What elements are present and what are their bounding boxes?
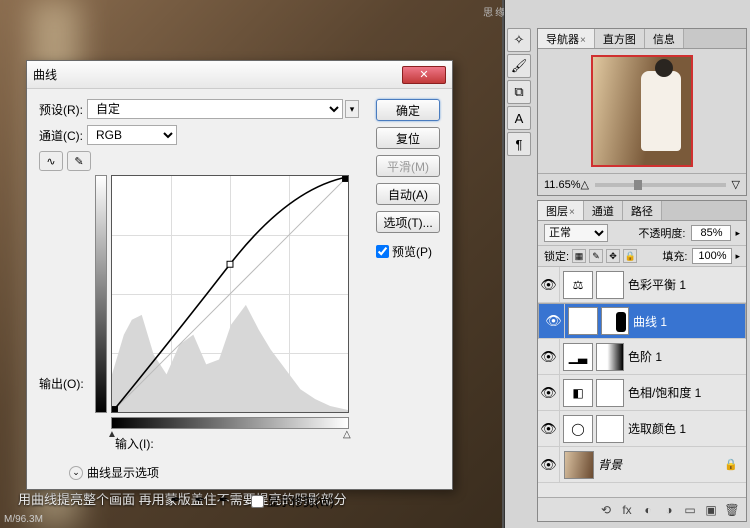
close-icon: ✕ [419,68,428,81]
curves-dialog: 曲线 ✕ 预设(R): 自定 ▾ 通道(C): RGB ∿ ✎ 确定 复位 平滑… [26,60,453,490]
opacity-input[interactable] [691,225,731,241]
preset-menu-icon[interactable]: ▾ [345,100,359,118]
new-adjustment-icon[interactable]: ◑ [661,502,677,518]
adjustment-thumb: ⚖ [563,271,593,299]
curve-line [112,176,348,412]
curve-point-tool[interactable]: ∿ [39,151,63,171]
lock-position-icon[interactable]: ✥ [606,249,620,263]
lock-label: 锁定: [544,248,569,264]
tab-navigator[interactable]: 导航器× [538,29,595,48]
auto-button[interactable]: 自动(A) [376,183,440,205]
lock-icon: 🔒 [724,458,738,471]
navigator-thumbnail[interactable] [591,55,693,167]
tab-layers[interactable]: 图层× [538,201,584,220]
white-eyedropper[interactable]: ✒ [215,491,233,509]
options-button[interactable]: 选项(T)... [376,211,440,233]
output-gradient [95,175,107,413]
adjustment-thumb: ◯ [563,415,593,443]
visibility-icon[interactable]: 👁 [543,304,565,338]
visibility-icon[interactable]: 👁 [538,267,560,302]
blend-mode-select[interactable]: 正常 [544,224,608,242]
curve-display-options[interactable]: ⌄ 曲线显示选项 [69,464,159,481]
input-gradient [111,417,349,429]
layers-footer: ⟲ fx ◐ ◑ ▭ ▣ 🗑 [538,497,746,521]
curve-graph[interactable] [111,175,349,413]
mask-thumb[interactable] [596,343,624,371]
fill-label: 填充: [662,248,687,264]
link-layers-icon[interactable]: ⟲ [598,502,614,518]
zoom-slider[interactable] [595,183,726,187]
ok-button[interactable]: 确定 [376,99,440,121]
white-point-slider[interactable]: △ [343,429,351,440]
lock-transparent-icon[interactable]: ▦ [572,249,586,263]
fill-input[interactable] [692,248,732,264]
tab-channels[interactable]: 通道 [584,201,623,220]
image-thumb [564,451,594,479]
dialog-titlebar[interactable]: 曲线 ✕ [27,61,452,89]
lock-image-icon[interactable]: ✎ [589,249,603,263]
layer-color-balance[interactable]: 👁 ⚖ 色彩平衡 1 [538,267,746,303]
output-label: 输出(O): [39,375,84,392]
chevron-down-icon: ⌄ [69,466,83,480]
input-label: 输入(I): [115,435,154,452]
add-mask-icon[interactable]: ◐ [640,502,656,518]
visibility-icon[interactable]: 👁 [538,411,560,446]
zoom-value[interactable]: 11.65% [544,179,581,191]
channel-label: 通道(C): [39,127,83,144]
tool-character-icon[interactable]: A [507,106,531,130]
layer-levels[interactable]: 👁 ▁▃ 色阶 1 [538,339,746,375]
mask-thumb[interactable] [596,271,624,299]
new-group-icon[interactable]: ▭ [682,502,698,518]
new-layer-icon[interactable]: ▣ [703,502,719,518]
preview-label: 预览(P) [392,243,432,260]
reset-button[interactable]: 复位 [376,127,440,149]
visibility-icon[interactable]: 👁 [538,339,560,374]
navigator-panel: 导航器× 直方图 信息 11.65% △ ▽ [537,28,747,196]
layer-hue-saturation[interactable]: 👁 ◧ 色相/饱和度 1 [538,375,746,411]
layer-selective-color[interactable]: 👁 ◯ 选取颜色 1 [538,411,746,447]
dialog-title: 曲线 [33,66,402,83]
tool-brush-icon[interactable]: 🖌 [507,54,531,78]
visibility-icon[interactable]: 👁 [538,447,560,482]
zoom-in-icon[interactable]: ▽ [732,178,740,191]
tool-clone-icon[interactable]: ⧉ [507,80,531,104]
tool-arrange-icon[interactable]: ✧ [507,28,531,52]
mask-thumb[interactable] [596,379,624,407]
collapsed-tool-strip: ✧ 🖌 ⧉ A ¶ [507,28,533,156]
black-eyedropper[interactable]: ✒ [167,491,185,509]
tab-histogram[interactable]: 直方图 [595,29,645,48]
opacity-label: 不透明度: [638,225,685,241]
lock-all-icon[interactable]: 🔒 [623,249,637,263]
close-button[interactable]: ✕ [402,66,446,84]
fill-arrow-icon[interactable]: ▸ [735,251,740,262]
adjustment-thumb: ◧ [563,379,593,407]
preset-select[interactable]: 自定 [87,99,343,119]
delete-layer-icon[interactable]: 🗑 [724,502,740,518]
mask-thumb[interactable] [601,307,629,335]
adjustment-thumb: 〰 [568,307,598,335]
show-clipping-label: 显示修剪(W) [267,493,334,510]
show-clipping-checkbox[interactable] [251,495,264,508]
gray-eyedropper[interactable]: ✒ [191,491,209,509]
layer-style-icon[interactable]: fx [619,502,635,518]
layer-background[interactable]: 👁 背景 🔒 [538,447,746,483]
adjustment-thumb: ▁▃ [563,343,593,371]
zoom-out-icon[interactable]: △ [581,178,589,191]
mask-thumb[interactable] [596,415,624,443]
layers-panel: 图层× 通道 路径 正常 不透明度: ▸ 锁定: ▦ ✎ ✥ 🔒 填充: ▸ 👁… [537,200,747,522]
curve-pencil-tool[interactable]: ✎ [67,151,91,171]
preview-checkbox[interactable] [376,245,389,258]
layer-curves[interactable]: 👁 〰 曲线 1 [538,303,746,339]
status-bar: M/96.3M [0,514,43,528]
opacity-arrow-icon[interactable]: ▸ [735,228,740,239]
layer-list: 👁 ⚖ 色彩平衡 1 👁 〰 曲线 1 👁 ▁▃ 色阶 1 👁 ◧ [538,267,746,497]
tab-paths[interactable]: 路径 [623,201,662,220]
tab-info[interactable]: 信息 [645,29,684,48]
channel-select[interactable]: RGB [87,125,177,145]
preset-label: 预设(R): [39,101,83,118]
visibility-icon[interactable]: 👁 [538,375,560,410]
tool-paragraph-icon[interactable]: ¶ [507,132,531,156]
smooth-button[interactable]: 平滑(M) [376,155,440,177]
panels-area: ✧ 🖌 ⧉ A ¶ 导航器× 直方图 信息 11.65% △ ▽ 图层× 通道 … [504,0,750,528]
